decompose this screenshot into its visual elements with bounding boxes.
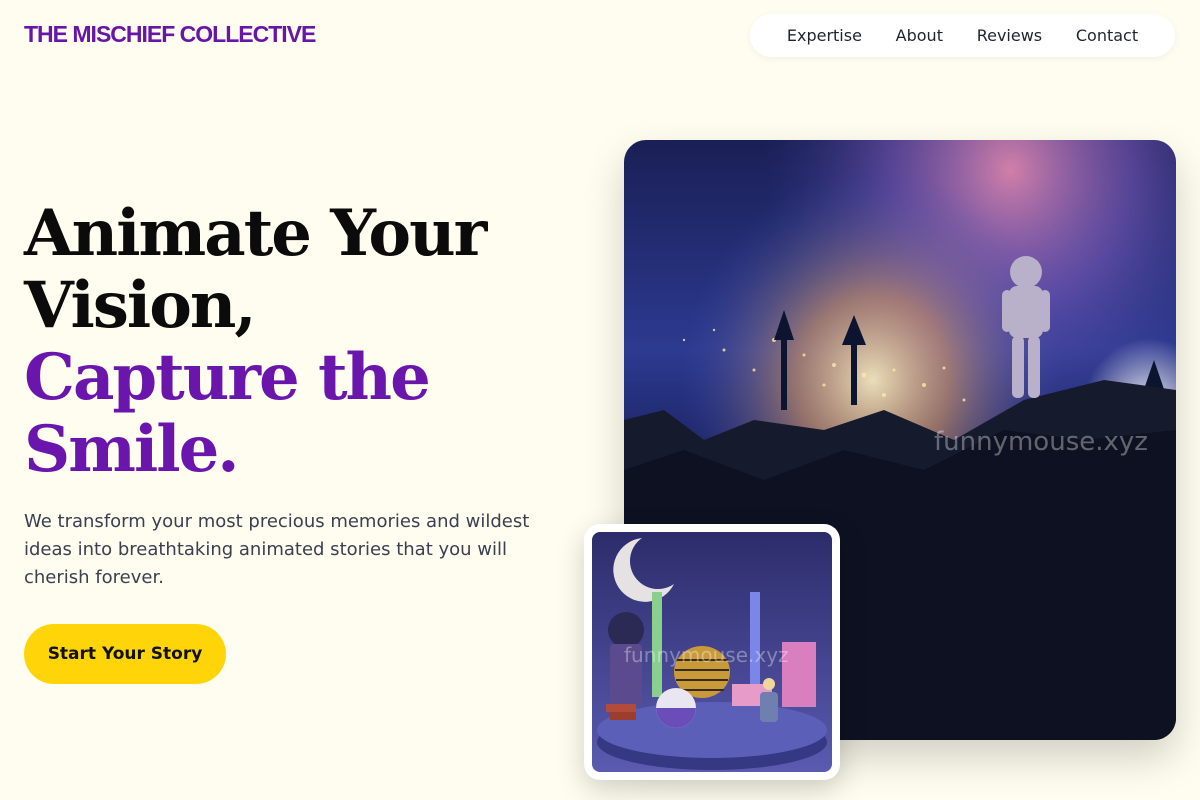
hero-line-2: Vision,	[24, 268, 257, 343]
secondary-image-card: funnymouse.xyz	[584, 524, 840, 780]
brand-logo[interactable]: THE MISCHIEF COLLECTIVE	[24, 21, 316, 48]
start-story-button[interactable]: Start Your Story	[24, 624, 226, 684]
hero-line-4: Smile.	[24, 412, 240, 487]
hero-line-3: Capture the	[24, 340, 431, 415]
hero-title: Animate Your Vision, Capture the Smile.	[24, 198, 584, 486]
main-watermark: funnymouse.xyz	[934, 427, 1148, 457]
main-nav: Expertise About Reviews Contact	[750, 14, 1175, 57]
nav-item-reviews[interactable]: Reviews	[977, 26, 1042, 45]
secondary-image: funnymouse.xyz	[592, 532, 832, 772]
nav-item-about[interactable]: About	[896, 26, 943, 45]
small-watermark: funnymouse.xyz	[624, 643, 789, 667]
nav-item-contact[interactable]: Contact	[1076, 26, 1138, 45]
hero-description: We transform your most precious memories…	[24, 511, 530, 588]
nav-item-expertise[interactable]: Expertise	[787, 26, 862, 45]
hero-line-1: Animate Your	[24, 196, 487, 271]
